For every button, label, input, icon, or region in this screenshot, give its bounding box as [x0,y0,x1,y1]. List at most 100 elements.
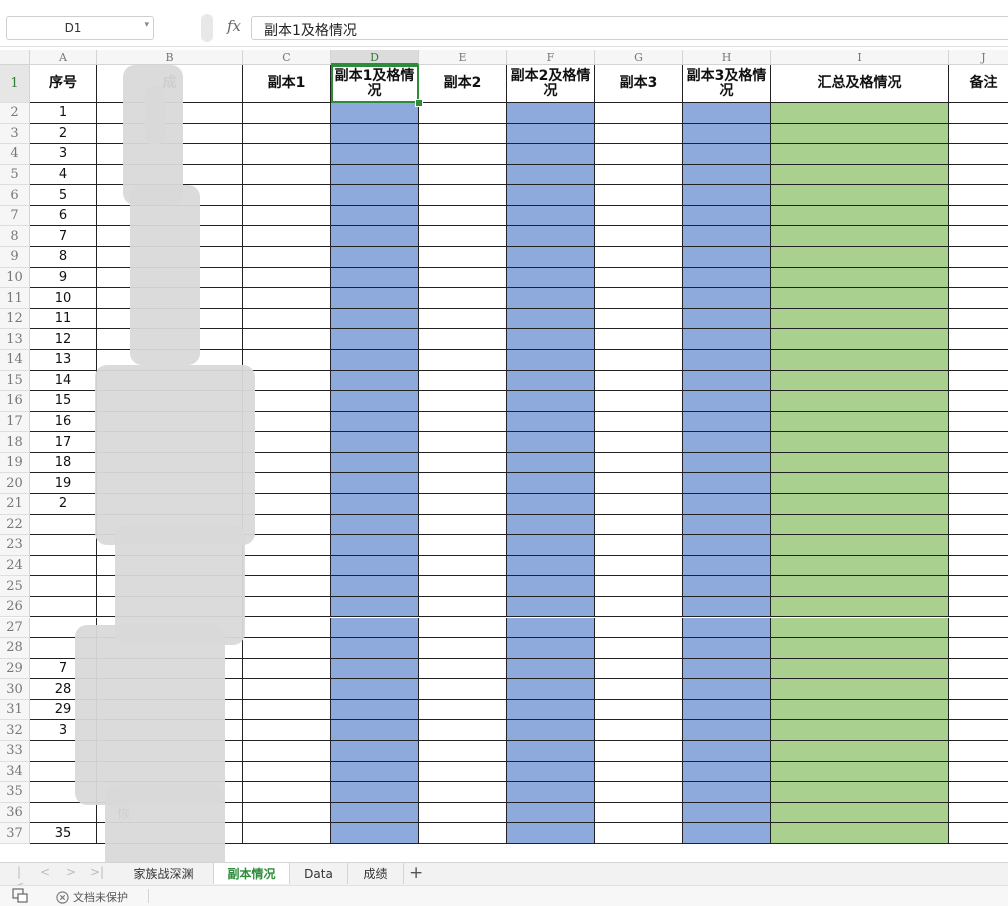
table-cell[interactable] [30,555,97,577]
row-header[interactable]: 19 [0,452,30,474]
table-cell[interactable] [683,185,771,206]
table-cell[interactable] [507,267,595,289]
row-header[interactable]: 31 [0,699,30,721]
table-cell[interactable] [331,761,419,783]
table-cell[interactable] [243,802,331,824]
table-cell[interactable] [243,823,331,844]
table-cell[interactable] [949,782,1008,803]
table-cell[interactable] [331,411,419,433]
table-cell[interactable] [595,370,683,392]
table-cell[interactable] [949,412,1008,433]
row-header[interactable]: 7 [0,205,30,227]
table-cell[interactable] [97,555,243,577]
table-cell[interactable] [97,761,243,783]
table-cell[interactable] [595,103,683,124]
table-cell[interactable] [243,411,331,433]
table-cell[interactable]: 16 [30,411,97,433]
column-header-a[interactable]: A [30,50,97,65]
table-cell[interactable] [949,268,1008,289]
table-cell[interactable] [683,494,771,515]
table-cell[interactable] [949,371,1008,392]
row-header[interactable]: 30 [0,679,30,700]
table-cell[interactable] [97,144,243,165]
table-cell[interactable] [243,452,331,474]
table-cell[interactable] [243,123,331,145]
row-header[interactable]: 35 [0,782,30,803]
table-cell[interactable] [683,473,771,495]
table-cell[interactable] [683,123,771,145]
table-cell[interactable] [949,309,1008,330]
table-cell[interactable] [507,103,595,124]
table-cell[interactable] [243,473,331,495]
table-cell[interactable] [97,740,243,762]
column-header-i[interactable]: I [771,50,949,65]
row-header[interactable]: 8 [0,226,30,248]
row-header[interactable]: 32 [0,720,30,741]
table-cell[interactable] [595,699,683,721]
table-cell[interactable] [771,349,949,371]
table-cell[interactable] [595,802,683,824]
table-cell[interactable] [331,391,419,412]
table-cell[interactable] [771,267,949,289]
row-header[interactable]: 25 [0,576,30,597]
table-cell[interactable] [507,123,595,145]
table-cell[interactable] [507,740,595,762]
table-cell[interactable] [595,164,683,186]
table-cell[interactable] [97,679,243,700]
table-cell[interactable] [507,329,595,350]
table-cell[interactable] [30,576,97,597]
table-cell[interactable] [949,473,1008,495]
table-cell[interactable]: 3 [30,720,97,741]
table-cell[interactable] [419,761,507,783]
table-cell[interactable] [97,452,243,474]
tab-data[interactable]: Data [290,863,348,884]
table-cell[interactable] [949,350,1008,371]
table-cell[interactable]: 29 [30,699,97,721]
table-cell[interactable]: 恢 [97,802,243,824]
table-cell[interactable] [949,124,1008,145]
column-header-d[interactable]: D [331,50,419,65]
table-cell[interactable] [683,514,771,536]
table-cell[interactable] [949,206,1008,227]
table-cell[interactable] [243,514,331,536]
column-header-g[interactable]: G [595,50,683,65]
tab-scores[interactable]: 成绩 [348,863,404,884]
table-cell[interactable] [595,782,683,803]
table-cell[interactable] [595,617,683,639]
row-header[interactable]: 1 [0,65,30,103]
table-cell[interactable] [595,144,683,165]
table-cell[interactable] [507,226,595,248]
table-cell[interactable] [595,576,683,597]
table-cell[interactable] [419,247,507,268]
table-cell[interactable] [243,308,331,330]
table-cell[interactable] [595,391,683,412]
table-cell[interactable] [30,617,97,639]
table-cell[interactable] [595,185,683,206]
selected-cell-d1[interactable]: 副本1及格情况 [331,65,419,103]
row-header[interactable]: 10 [0,267,30,289]
table-cell[interactable] [507,494,595,515]
row-header[interactable]: 3 [0,123,30,145]
table-cell[interactable] [331,164,419,186]
table-cell[interactable] [419,740,507,762]
table-cell[interactable] [595,288,683,309]
table-cell[interactable] [419,144,507,165]
table-cell[interactable] [771,185,949,206]
table-cell[interactable] [331,432,419,453]
table-cell[interactable] [243,205,331,227]
table-cell[interactable] [595,329,683,350]
table-cell[interactable] [507,452,595,474]
table-cell[interactable] [771,473,949,495]
header-cell[interactable]: 成 [97,65,243,103]
table-cell[interactable] [331,638,419,659]
table-cell[interactable]: 19 [30,473,97,495]
table-cell[interactable]: 12 [30,329,97,350]
table-cell[interactable] [419,452,507,474]
table-cell[interactable] [949,803,1008,824]
table-cell[interactable] [595,205,683,227]
table-cell[interactable] [771,761,949,783]
table-cell[interactable] [507,144,595,165]
table-cell[interactable] [97,308,243,330]
table-cell[interactable] [419,185,507,206]
table-cell[interactable] [243,576,331,597]
